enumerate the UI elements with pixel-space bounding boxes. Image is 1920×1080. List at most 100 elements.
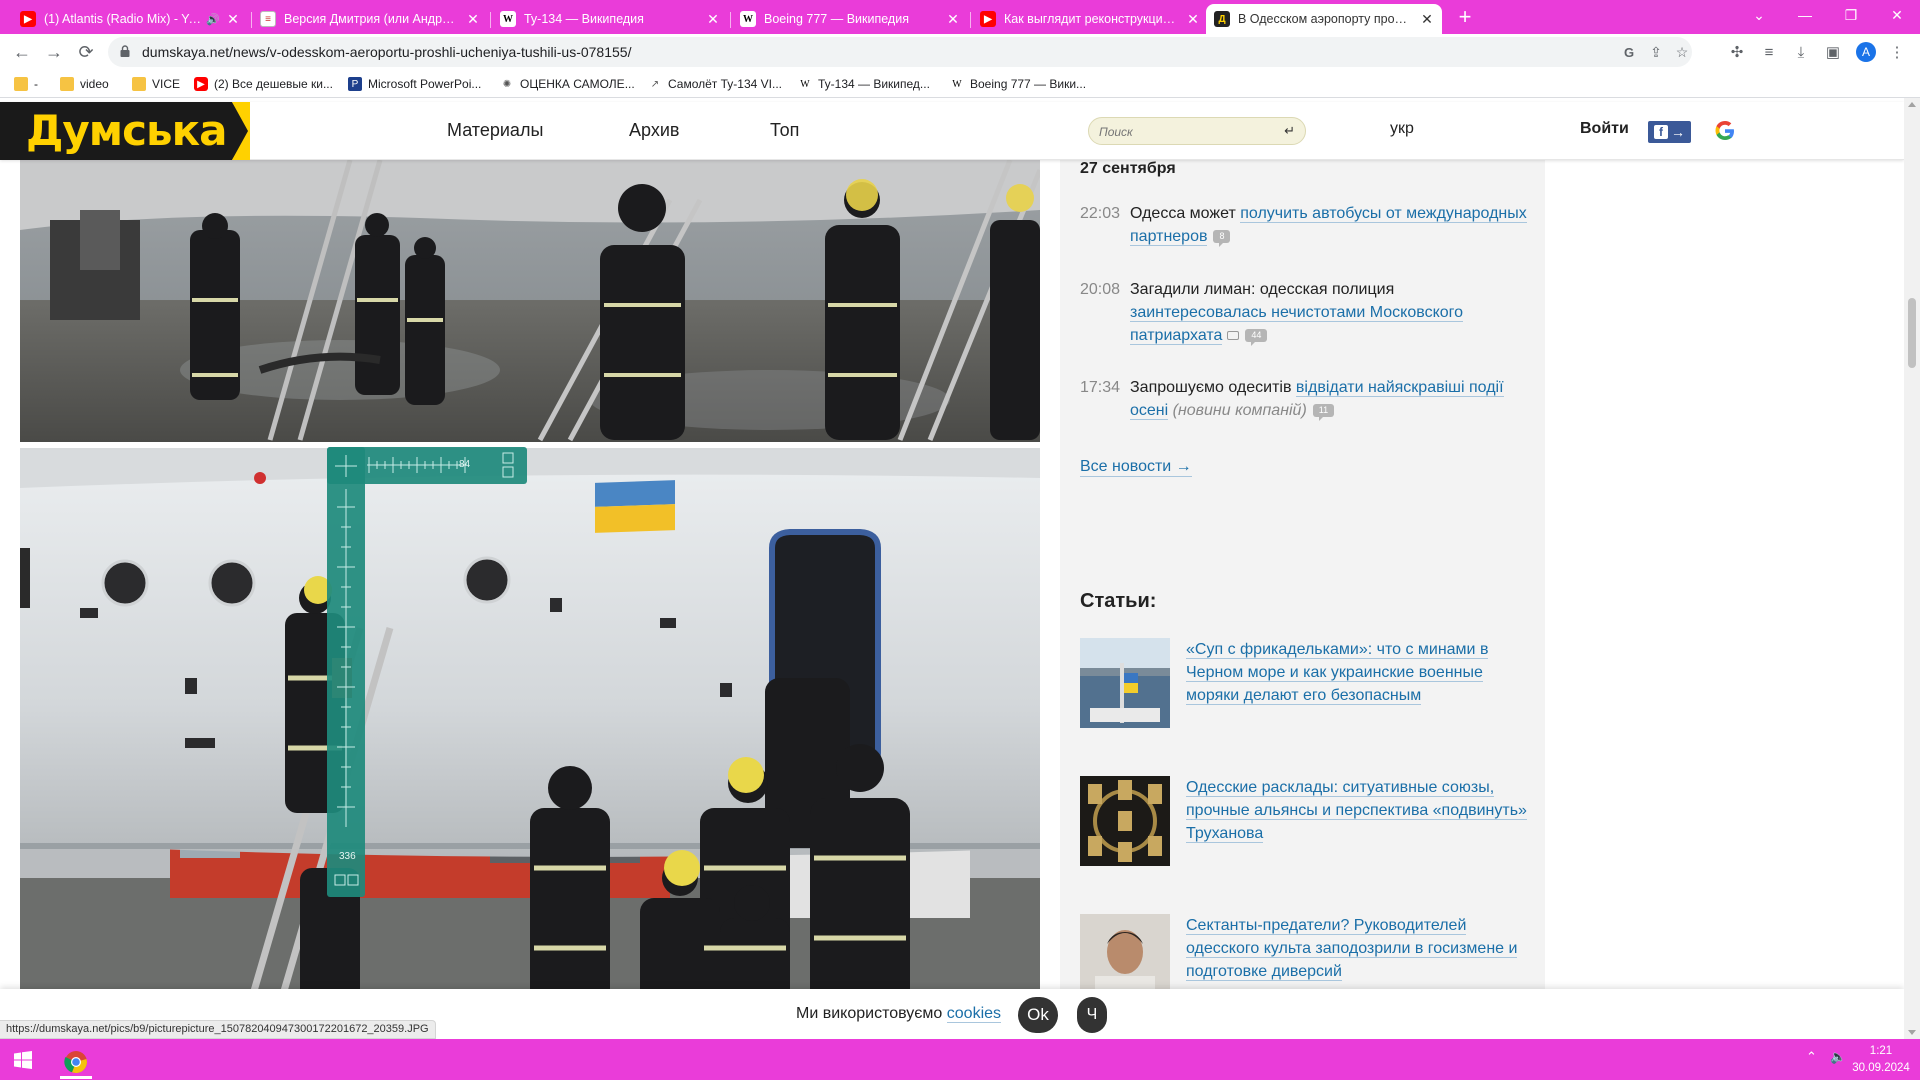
bookmark-tu134-vi[interactable]: ↗ Самолёт Ту-134 VI...: [648, 75, 782, 93]
tab-title: (1) Atlantis (Radio Mix) - YouTube: [44, 12, 203, 26]
browser-toolbar: ← → ⟳ dumskaya.net/news/v-odesskom-aerop…: [0, 34, 1920, 70]
bookmark-star-icon[interactable]: ☆: [1672, 42, 1692, 62]
cookie-ok-button[interactable]: Ok: [1018, 997, 1058, 1033]
site-search[interactable]: ↵: [1088, 117, 1306, 145]
google-translate-icon[interactable]: G: [1620, 42, 1640, 62]
page-scrollbar[interactable]: [1904, 98, 1920, 1039]
scroll-thumb[interactable]: [1908, 298, 1916, 368]
news-time: 20:08: [1080, 281, 1121, 298]
windows-start-icon[interactable]: [14, 1051, 32, 1069]
youtube-icon: ▶: [980, 11, 996, 27]
article-photo-airplane-evacuation[interactable]: [20, 448, 1040, 1039]
news-time: 17:34: [1080, 379, 1121, 396]
close-tab-icon[interactable]: ✕: [1186, 11, 1200, 28]
close-tab-icon[interactable]: ✕: [706, 11, 720, 28]
forward-button[interactable]: →: [40, 38, 68, 66]
tab-title: Ту-134 — Википедия: [524, 12, 644, 26]
tab-youtube-atlantis[interactable]: ▶ (1) Atlantis (Radio Mix) - YouTube 🔊 ✕: [12, 4, 248, 34]
tab-dumskaya-active[interactable]: Д В Одесском аэропорту прошли ✕: [1206, 4, 1442, 34]
nav-materials[interactable]: Материалы: [447, 120, 543, 141]
nav-top[interactable]: Топ: [770, 120, 799, 141]
bookmark-youtube[interactable]: ▶ (2) Все дешевые ки...: [194, 75, 333, 93]
login-link[interactable]: Войти: [1580, 120, 1629, 138]
close-tab-icon[interactable]: ✕: [226, 11, 240, 28]
comment-count-badge[interactable]: 8: [1213, 230, 1231, 248]
tab-reconstruction-video[interactable]: ▶ Как выглядит реконструкция сб ✕: [972, 4, 1208, 34]
close-tab-icon[interactable]: ✕: [1420, 11, 1434, 28]
download-icon[interactable]: ⤓: [1790, 41, 1812, 63]
site-icon: ✺: [502, 78, 512, 90]
search-input[interactable]: [1099, 123, 1269, 141]
facebook-icon: f: [1654, 125, 1668, 139]
bookmark-label: VICE: [152, 77, 181, 91]
document-icon: ≡: [260, 11, 276, 27]
bookmark-powerpoint[interactable]: P Microsoft PowerPoi...: [348, 75, 481, 93]
lock-icon[interactable]: [120, 45, 130, 57]
scroll-down-arrow-icon[interactable]: [1908, 1030, 1916, 1035]
arrow-right-icon: →: [1671, 124, 1685, 140]
close-window-button[interactable]: ✕: [1874, 0, 1920, 30]
side-panel-icon[interactable]: ▣: [1822, 41, 1844, 63]
tab-title: В Одесском аэропорту прошли: [1238, 12, 1414, 26]
article-photo-firefighters-ladders[interactable]: [20, 160, 1040, 442]
cookie-secondary-button[interactable]: Ч: [1077, 997, 1107, 1033]
chrome-taskbar-button[interactable]: [60, 1047, 92, 1079]
news-link[interactable]: заинтересовалась нечистотами Московского…: [1130, 304, 1464, 345]
powerpoint-icon: P: [348, 77, 362, 91]
media-playlist-icon[interactable]: ≡: [1758, 41, 1780, 63]
article-thumbnail-ship[interactable]: [1080, 638, 1170, 728]
bookmark-folder-dash[interactable]: -: [14, 75, 38, 93]
reload-button[interactable]: ⟳: [72, 38, 100, 66]
cookies-link[interactable]: cookies: [946, 1005, 1002, 1023]
google-login-icon[interactable]: [1714, 120, 1736, 142]
audio-icon[interactable]: 🔊: [206, 13, 220, 26]
language-switch[interactable]: укр: [1390, 120, 1414, 138]
bookmark-folder-vice[interactable]: VICE: [132, 75, 180, 93]
youtube-icon: ▶: [20, 11, 36, 27]
article-item: «Суп с фрикадельками»: что с минами в Че…: [1080, 638, 1540, 730]
restore-button[interactable]: ❐: [1828, 0, 1874, 30]
scroll-up-arrow-icon[interactable]: [1908, 102, 1916, 107]
url-text[interactable]: dumskaya.net/news/v-odesskom-aeroportu-p…: [142, 44, 631, 60]
cookie-text: Ми використовуємо: [796, 1005, 947, 1022]
screen-ruler-overlay[interactable]: 84 336: [327, 447, 527, 897]
facebook-login-button[interactable]: f →: [1648, 121, 1691, 143]
article-link[interactable]: Сектанты-предатели? Руководителей одесск…: [1186, 917, 1518, 981]
address-bar[interactable]: dumskaya.net/news/v-odesskom-aeroportu-p…: [108, 37, 1692, 67]
close-tab-icon[interactable]: ✕: [466, 11, 480, 28]
site-icon: ↗: [650, 78, 660, 90]
minimize-button[interactable]: —: [1782, 0, 1828, 30]
bookmark-tu134-wiki[interactable]: W Ту-134 — Википед...: [798, 75, 930, 93]
nav-archive[interactable]: Архив: [629, 120, 679, 141]
volume-icon[interactable]: 🔈: [1830, 1049, 1846, 1065]
new-tab-button[interactable]: +: [1452, 4, 1478, 30]
site-header: Думська Материалы Архив Топ ↵ укр Войти …: [0, 102, 1904, 160]
article-thumbnail-cards[interactable]: [1080, 776, 1170, 866]
profile-avatar[interactable]: A: [1856, 42, 1876, 62]
extensions-puzzle-icon[interactable]: ✣: [1726, 41, 1748, 63]
link-status-bubble: https://dumskaya.net/pics/b9/picturepict…: [0, 1020, 436, 1039]
article-link[interactable]: «Суп с фрикадельками»: что с минами в Че…: [1186, 641, 1489, 705]
clock-time: 1:21: [1869, 1045, 1893, 1057]
bookmark-aircraft-rating[interactable]: ✺ ОЦЕНКА САМОЛЕ...: [500, 75, 635, 93]
enter-icon[interactable]: ↵: [1284, 123, 1295, 139]
tab-tu134-wiki[interactable]: W Ту-134 — Википедия ✕: [492, 4, 728, 34]
bookmark-folder-video[interactable]: video: [60, 75, 109, 93]
tab-search-chevron-icon[interactable]: ⌄: [1736, 0, 1782, 30]
tab-boeing777-wiki[interactable]: W Boeing 777 — Википедия ✕: [732, 4, 968, 34]
article-link[interactable]: Одесские расклады: ситуативные союзы, пр…: [1186, 779, 1527, 843]
comment-count-badge[interactable]: 11: [1312, 404, 1335, 422]
tab-version-dmitry[interactable]: ≡ Версия Дмитрия (или Андрея) Ф ✕: [252, 4, 488, 34]
tray-chevron-icon[interactable]: ⌃: [1806, 1049, 1817, 1065]
more-menu-icon[interactable]: ⋮: [1886, 41, 1908, 63]
site-logo[interactable]: Думська: [0, 102, 250, 160]
taskbar-clock[interactable]: 1:21 30.09.2024: [1846, 1043, 1916, 1077]
folder-icon: [60, 77, 74, 91]
share-icon[interactable]: ⇪: [1646, 42, 1666, 62]
close-tab-icon[interactable]: ✕: [946, 11, 960, 28]
bookmark-boeing777-wiki[interactable]: W Boeing 777 — Вики...: [950, 75, 1086, 93]
comment-count-badge[interactable]: 44: [1245, 329, 1268, 347]
svg-text:G: G: [1624, 45, 1634, 59]
all-news-link[interactable]: Все новости →: [1080, 458, 1192, 477]
back-button[interactable]: ←: [8, 38, 36, 66]
